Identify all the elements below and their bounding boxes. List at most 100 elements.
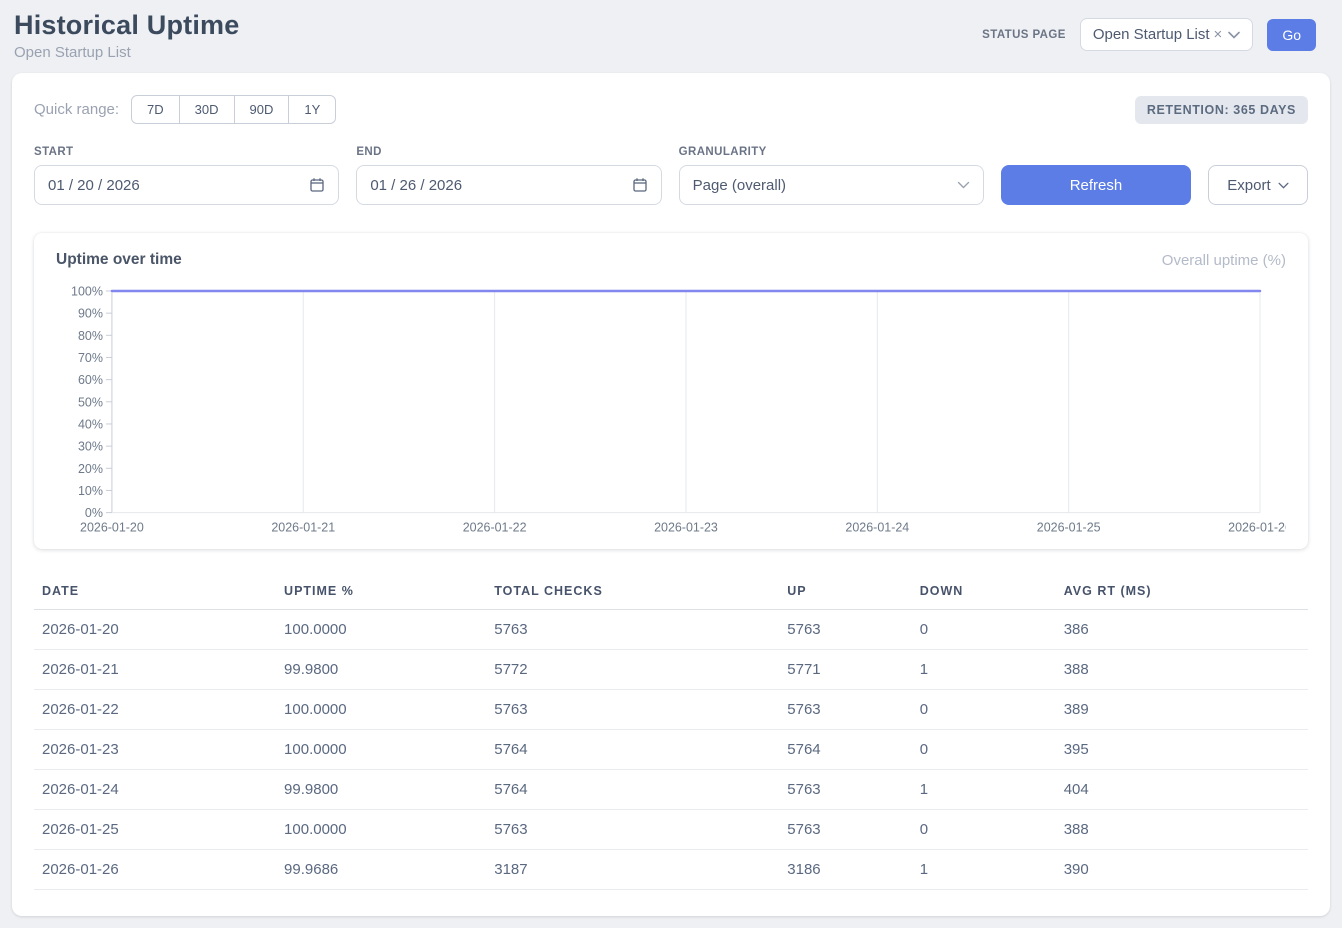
calendar-icon[interactable] xyxy=(309,177,325,193)
retention-badge: RETENTION: 365 DAYS xyxy=(1135,96,1308,124)
refresh-button[interactable]: Refresh xyxy=(1001,165,1191,205)
chevron-down-icon xyxy=(1278,182,1289,189)
table-cell: 0 xyxy=(912,609,1056,649)
table-cell: 5763 xyxy=(486,809,779,849)
table-cell: 0 xyxy=(912,809,1056,849)
end-date-field: END 01 / 26 / 2026 xyxy=(356,146,661,205)
svg-text:10%: 10% xyxy=(78,484,103,498)
table-row: 2026-01-25100.0000576357630388 xyxy=(34,809,1308,849)
table-cell: 1 xyxy=(912,769,1056,809)
table-row: 2026-01-20100.0000576357630386 xyxy=(34,609,1308,649)
column-header-avg-rt: AVG RT (MS) xyxy=(1056,575,1308,610)
table-cell: 100.0000 xyxy=(276,609,486,649)
table-cell: 0 xyxy=(912,689,1056,729)
status-page-select[interactable]: Open Startup List × xyxy=(1080,18,1254,51)
export-button[interactable]: Export xyxy=(1208,165,1308,205)
main-panel: Quick range: 7D 30D 90D 1Y RETENTION: 36… xyxy=(12,73,1330,916)
granularity-field: GRANULARITY Page (overall) xyxy=(679,146,984,205)
export-label: Export xyxy=(1227,177,1270,194)
table-row: 2026-01-23100.0000576457640395 xyxy=(34,729,1308,769)
status-page-value: Open Startup List xyxy=(1093,26,1210,43)
column-header-down: DOWN xyxy=(912,575,1056,610)
chevron-down-icon xyxy=(957,181,970,189)
table-cell: 1 xyxy=(912,649,1056,689)
chevron-down-icon xyxy=(1228,31,1240,39)
uptime-line-chart: 2026-01-20 2026-01-21 2026-01-22 2026-01-23… xyxy=(56,281,1286,539)
page-subtitle: Open Startup List xyxy=(14,44,239,61)
table-cell: 2026-01-22 xyxy=(34,689,276,729)
svg-text:2026-01-21: 2026-01-21 xyxy=(271,521,335,535)
svg-text:2026-01-23: 2026-01-23 xyxy=(654,521,718,535)
granularity-select[interactable]: Page (overall) xyxy=(679,165,984,205)
table-cell: 5764 xyxy=(486,729,779,769)
granularity-label: GRANULARITY xyxy=(679,146,984,158)
svg-text:50%: 50% xyxy=(78,395,103,409)
page-title: Historical Uptime xyxy=(14,10,239,41)
table-cell: 1 xyxy=(912,849,1056,889)
svg-text:0%: 0% xyxy=(85,506,103,520)
table-cell: 3186 xyxy=(779,849,911,889)
table-cell: 5763 xyxy=(779,609,911,649)
filter-row: START 01 / 20 / 2026 END 01 / 26 / 2026 … xyxy=(34,146,1308,205)
quick-range-label: Quick range: xyxy=(34,101,119,118)
calendar-icon[interactable] xyxy=(632,177,648,193)
table-row: 2026-01-2199.9800577257711388 xyxy=(34,649,1308,689)
table-cell: 5764 xyxy=(779,729,911,769)
quick-range-group: 7D 30D 90D 1Y xyxy=(131,95,336,124)
table-cell: 0 xyxy=(912,729,1056,769)
svg-text:80%: 80% xyxy=(78,329,103,343)
uptime-table: DATE UPTIME % TOTAL CHECKS UP DOWN AVG R… xyxy=(34,575,1308,890)
table-cell: 5771 xyxy=(779,649,911,689)
header-right: STATUS PAGE Open Startup List × Go xyxy=(982,18,1316,51)
table-cell: 388 xyxy=(1056,809,1308,849)
chart-title: Uptime over time xyxy=(56,251,182,269)
table-cell: 5764 xyxy=(486,769,779,809)
table-cell: 100.0000 xyxy=(276,809,486,849)
table-cell: 99.9800 xyxy=(276,769,486,809)
start-date-input[interactable]: 01 / 20 / 2026 xyxy=(34,165,339,205)
table-cell: 388 xyxy=(1056,649,1308,689)
chart-legend: Overall uptime (%) xyxy=(1162,252,1286,269)
page-header: Historical Uptime Open Startup List STAT… xyxy=(0,0,1342,71)
table-header-row: DATE UPTIME % TOTAL CHECKS UP DOWN AVG R… xyxy=(34,575,1308,610)
table-row: 2026-01-2699.9686318731861390 xyxy=(34,849,1308,889)
start-label: START xyxy=(34,146,339,158)
svg-text:2026-01-26: 2026-01-26 xyxy=(1228,521,1286,535)
table-row: 2026-01-22100.0000576357630389 xyxy=(34,689,1308,729)
start-date-value: 01 / 20 / 2026 xyxy=(48,177,140,194)
svg-text:2026-01-20: 2026-01-20 xyxy=(80,521,144,535)
column-header-date: DATE xyxy=(34,575,276,610)
table-cell: 2026-01-21 xyxy=(34,649,276,689)
svg-text:90%: 90% xyxy=(78,307,103,321)
table-cell: 100.0000 xyxy=(276,729,486,769)
status-page-label: STATUS PAGE xyxy=(982,29,1066,41)
range-1y-button[interactable]: 1Y xyxy=(289,95,336,124)
svg-text:100%: 100% xyxy=(71,284,103,298)
range-90d-button[interactable]: 90D xyxy=(235,95,290,124)
column-header-total-checks: TOTAL CHECKS xyxy=(486,575,779,610)
table-cell: 2026-01-25 xyxy=(34,809,276,849)
clear-icon[interactable]: × xyxy=(1214,26,1223,43)
range-7d-button[interactable]: 7D xyxy=(131,95,180,124)
svg-text:60%: 60% xyxy=(78,373,103,387)
column-header-uptime: UPTIME % xyxy=(276,575,486,610)
table-cell: 2026-01-23 xyxy=(34,729,276,769)
table-cell: 5763 xyxy=(486,609,779,649)
table-cell: 99.9686 xyxy=(276,849,486,889)
table-cell: 5763 xyxy=(779,689,911,729)
table-cell: 2026-01-24 xyxy=(34,769,276,809)
title-block: Historical Uptime Open Startup List xyxy=(14,10,239,61)
end-date-input[interactable]: 01 / 26 / 2026 xyxy=(356,165,661,205)
range-30d-button[interactable]: 30D xyxy=(180,95,235,124)
table-cell: 3187 xyxy=(486,849,779,889)
column-header-up: UP xyxy=(779,575,911,610)
table-cell: 5772 xyxy=(486,649,779,689)
svg-text:2026-01-22: 2026-01-22 xyxy=(463,521,527,535)
table-cell: 5763 xyxy=(779,809,911,849)
table-cell: 390 xyxy=(1056,849,1308,889)
table-cell: 404 xyxy=(1056,769,1308,809)
go-button[interactable]: Go xyxy=(1267,19,1316,51)
svg-text:70%: 70% xyxy=(78,351,103,365)
svg-text:2026-01-25: 2026-01-25 xyxy=(1037,521,1101,535)
table-cell: 386 xyxy=(1056,609,1308,649)
